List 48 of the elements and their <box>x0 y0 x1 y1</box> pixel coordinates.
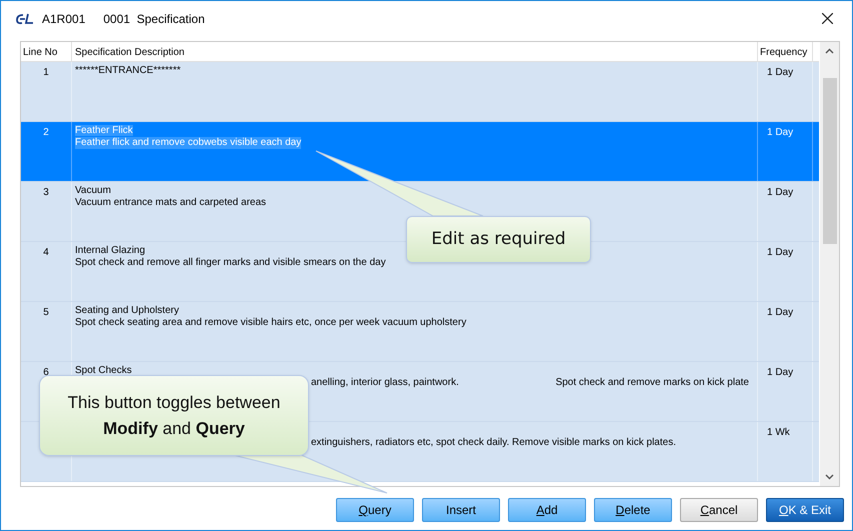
table-cell: Internal Glazing <box>75 245 146 256</box>
table-cell: Spot check and remove marks on kick plate <box>556 377 749 389</box>
scroll-up-icon[interactable] <box>825 48 834 54</box>
dialog-button[interactable]: Query <box>336 498 414 522</box>
table-cell: 4 <box>43 247 49 258</box>
table-cell: anelling, interior glass, paintwork. <box>311 377 459 389</box>
table-cell: 1 Day <box>767 247 794 258</box>
table-cell: 1 <box>43 67 49 78</box>
table-cell: 1 Wk <box>767 427 790 438</box>
dialog-button[interactable]: Cancel <box>680 498 758 522</box>
dialog-button[interactable]: Add <box>508 498 586 522</box>
table-cell: Feather Flick <box>75 125 133 136</box>
dialog-button[interactable]: Insert <box>422 498 500 522</box>
table-cell: Vacuum <box>75 185 111 196</box>
table-cell: 1 Day <box>767 367 794 378</box>
window-title: 0001 Specification <box>103 10 205 28</box>
callout-tooltip: This button toggles between Modify and Query <box>39 375 309 456</box>
table-cell: 6 <box>43 367 49 378</box>
dialog-button[interactable]: Delete <box>594 498 672 522</box>
table-cell: ******ENTRANCE******* <box>75 65 181 76</box>
table-cell: 1 Day <box>767 67 794 78</box>
close-icon[interactable] <box>822 13 833 24</box>
column-header[interactable]: Specification Description <box>72 42 758 61</box>
table-cell: Feather flick and remove cobwebs visible each day <box>75 137 302 149</box>
column-header[interactable]: Line No <box>21 42 72 61</box>
table-cell: Spot check and remove all finger marks and visible smears on the day <box>75 257 386 269</box>
table-cell: 1 Day <box>767 187 794 198</box>
callout-tooltip: Edit as required <box>406 216 591 263</box>
column-header[interactable]: Frequency <box>758 42 813 61</box>
scroll-down-icon[interactable] <box>825 474 834 480</box>
table-cell: Spot Checks <box>75 365 132 376</box>
table-cell: 1 Day <box>767 307 794 318</box>
window-title-code: A1R001 <box>42 10 86 28</box>
table-cell: Spot check seating area and remove visible hairs etc, once per week vacuum upholstery <box>75 317 466 329</box>
ok-button[interactable]: OK & Exit <box>766 498 844 522</box>
table-cell: 1 Day <box>767 127 794 138</box>
table-row[interactable]: 2 Feather Flick Feather flick and remove cobwebs visible each day 1 Day <box>21 122 819 182</box>
table-cell: extinguishers, radiators etc, spot check daily. Remove visible marks on kick plates. <box>311 437 676 449</box>
table-cell: Seating and Upholstery <box>75 305 179 316</box>
table-cell: Vacuum entrance mats and carpeted areas <box>75 197 266 209</box>
table-cell: 2 <box>43 127 49 138</box>
logo-icon <box>16 12 36 24</box>
table-row[interactable]: 1 ******ENTRANCE******* 1 Day <box>21 62 819 122</box>
table-cell: 5 <box>43 307 49 318</box>
scrollbar[interactable] <box>820 42 839 486</box>
table-row[interactable]: 5 Seating and Upholstery Spot check seating area and remove visible hairs etc, once per week vacuum upholstery 1 Day <box>21 302 819 362</box>
scrollbar-thumb[interactable] <box>822 78 836 244</box>
table-cell: 3 <box>43 187 49 198</box>
